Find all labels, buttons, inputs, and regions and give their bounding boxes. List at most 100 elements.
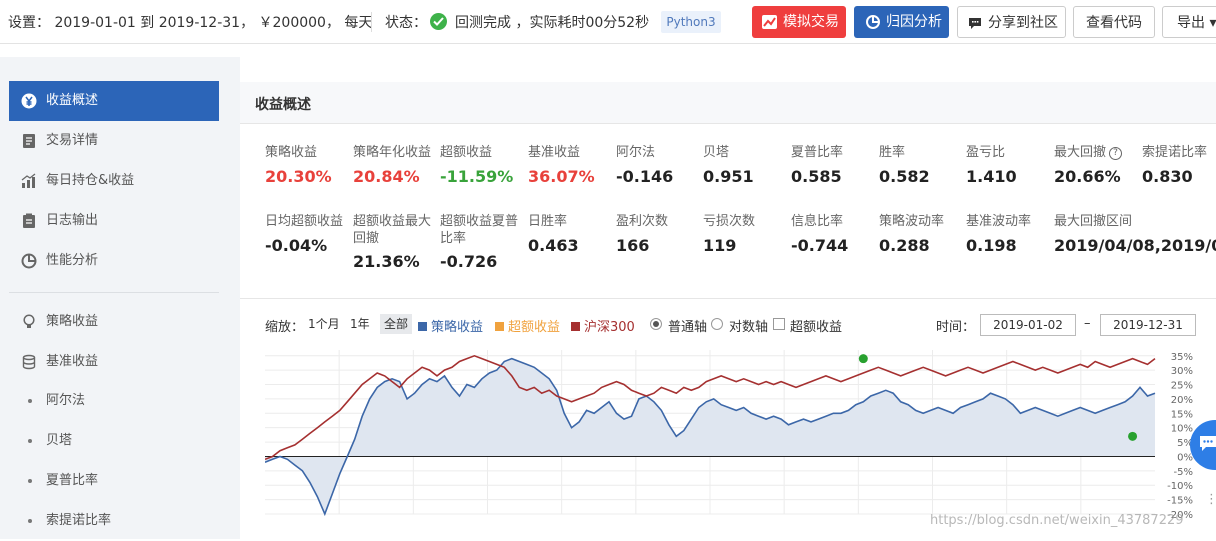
end-date-input[interactable]: 2019-12-31 bbox=[1100, 314, 1196, 336]
view-code-button[interactable]: 查看代码 bbox=[1073, 6, 1155, 38]
sidebar-item-label: 策略收益 bbox=[46, 314, 99, 329]
metric-information-ratio: 信息比率 -0.744 bbox=[791, 214, 849, 255]
sidebar-item-trade-details[interactable]: 交易详情 bbox=[9, 121, 219, 161]
yen-icon bbox=[21, 93, 37, 109]
metric-win-rate: 胜率 0.582 bbox=[879, 145, 930, 186]
status-label: 状态： bbox=[385, 15, 427, 31]
watermark: https://blog.csdn.net/weixin_43787229 bbox=[930, 513, 1184, 528]
sidebar-subitem-sortino[interactable]: 索提诺比率 bbox=[9, 501, 219, 541]
language-tag: Python3 bbox=[661, 11, 721, 33]
y-tick-label: 20% bbox=[1171, 395, 1193, 406]
start-date-input[interactable]: 2019-01-02 bbox=[980, 314, 1076, 336]
sidebar-subitem-label: 索提诺比率 bbox=[46, 513, 112, 528]
simulated-trading-label: 模拟交易 bbox=[783, 14, 839, 30]
section-header: 收益概述 bbox=[240, 82, 1216, 124]
trend-up-icon bbox=[762, 15, 777, 29]
sidebar-divider bbox=[9, 292, 219, 293]
metric-beta: 贝塔 0.951 bbox=[703, 145, 754, 186]
sidebar-subitem-label: 贝塔 bbox=[46, 433, 73, 448]
bulb-icon bbox=[23, 314, 35, 328]
time-label: 时间： bbox=[936, 320, 976, 335]
bullet-dot bbox=[28, 439, 32, 443]
attribution-analysis-button[interactable]: 归因分析 bbox=[854, 6, 949, 38]
sidebar-item-log-output[interactable]: 日志输出 bbox=[9, 201, 219, 241]
section-divider bbox=[240, 298, 1216, 299]
y-tick-label: 0% bbox=[1177, 452, 1193, 463]
metric-max-drawdown-period: 最大回撤区间2019/04/08,2019/06/06 bbox=[1054, 214, 1216, 255]
metric-excess-return: 超额收益 -11.59% bbox=[440, 145, 514, 186]
metric-profit-count: 盈利次数 166 bbox=[616, 214, 669, 255]
export-label: 导出 bbox=[1177, 15, 1205, 31]
y-tick-label: 15% bbox=[1171, 409, 1193, 420]
sidebar-subitem-alpha[interactable]: 阿尔法 bbox=[9, 381, 219, 421]
metric-max-drawdown: 最大回撤? 20.66% bbox=[1054, 145, 1123, 186]
metric-alpha: 阿尔法 -0.146 bbox=[616, 145, 674, 186]
linear-axis-label: 普通轴 bbox=[668, 320, 708, 335]
chevron-down-icon: ▾ bbox=[1205, 15, 1216, 31]
excess-return-check-label: 超额收益 bbox=[790, 320, 843, 335]
metric-benchmark-return: 基准收益 36.07% bbox=[528, 145, 595, 186]
sidebar-subitem-label: 夏普比率 bbox=[46, 473, 99, 488]
share-label: 分享到社区 bbox=[988, 15, 1058, 31]
legend-strategy[interactable]: 策略收益 bbox=[418, 316, 483, 335]
drag-handle-icon[interactable]: ⋮⋮ bbox=[1205, 492, 1216, 507]
metric-strategy-return: 策略收益 20.30% bbox=[265, 145, 332, 186]
zoom-label: 缩放： bbox=[265, 320, 305, 335]
attribution-analysis-label: 归因分析 bbox=[886, 14, 942, 30]
sidebar-subitem-beta[interactable]: 贝塔 bbox=[9, 421, 219, 461]
metric-benchmark-volatility: 基准波动率 0.198 bbox=[966, 214, 1032, 255]
log-axis-label: 对数轴 bbox=[729, 320, 769, 335]
legend-swatch bbox=[495, 322, 504, 331]
document-icon bbox=[23, 134, 35, 148]
zoom-1-year-button[interactable]: 1年 bbox=[346, 314, 374, 334]
backtest-settings: 设置： 2019-01-01 到 2019-12-31， ￥200000， 每天 bbox=[8, 15, 373, 31]
sidebar-item-label: 日志输出 bbox=[46, 213, 99, 228]
y-tick-label: 30% bbox=[1171, 366, 1193, 377]
sidebar-item-label: 收益概述 bbox=[46, 93, 99, 108]
check-circle-icon bbox=[430, 13, 447, 30]
returns-chart: 35%30%25%20%15%10%5%0%-5%-10%-15%-20% bbox=[265, 350, 1193, 518]
log-axis-radio[interactable] bbox=[711, 318, 723, 330]
metric-profit-loss-ratio: 盈亏比 1.410 bbox=[966, 145, 1017, 186]
excess-return-checkbox[interactable] bbox=[773, 318, 785, 330]
legend-swatch bbox=[418, 322, 427, 331]
sidebar-item-benchmark-returns[interactable]: 基准收益 bbox=[9, 342, 219, 382]
y-tick-label: -10% bbox=[1167, 481, 1193, 492]
legend-excess[interactable]: 超额收益 bbox=[495, 316, 560, 335]
share-to-community-button[interactable]: 分享到社区 bbox=[957, 6, 1066, 38]
sidebar-item-strategy-returns[interactable]: 策略收益 bbox=[9, 302, 219, 342]
sidebar-subitem-sharpe[interactable]: 夏普比率 bbox=[9, 461, 219, 501]
bullet-dot bbox=[28, 519, 32, 523]
sidebar-item-daily-positions[interactable]: 每日持仓&收益 bbox=[9, 161, 219, 201]
drawdown-marker bbox=[858, 354, 868, 364]
sidebar-subitem-label: 阿尔法 bbox=[46, 393, 86, 408]
metric-excess-max-drawdown: 超额收益最大回撤 21.36% bbox=[353, 214, 432, 271]
linear-axis-radio[interactable] bbox=[650, 318, 662, 330]
sidebar-item-performance[interactable]: 性能分析 bbox=[9, 241, 219, 281]
metric-annual-return: 策略年化收益 20.84% bbox=[353, 145, 432, 186]
sidebar-item-label: 基准收益 bbox=[46, 354, 99, 369]
y-tick-label: 10% bbox=[1171, 424, 1193, 435]
bullet-dot bbox=[28, 479, 32, 483]
bullet-dot bbox=[28, 399, 32, 403]
chat-icon bbox=[1200, 436, 1216, 451]
comment-icon bbox=[969, 17, 981, 29]
date-separator: – bbox=[1084, 316, 1091, 331]
toolbar-divider bbox=[371, 12, 372, 32]
status-text: 回测完成 ，实际耗时00分52秒 bbox=[455, 15, 650, 31]
metric-loss-count: 亏损次数 119 bbox=[703, 214, 756, 255]
metric-strategy-volatility: 策略波动率 0.288 bbox=[879, 214, 945, 255]
bar-chart-icon bbox=[21, 173, 36, 188]
help-icon[interactable]: ? bbox=[1109, 147, 1123, 160]
zoom-all-button[interactable]: 全部 bbox=[380, 314, 413, 334]
simulated-trading-button[interactable]: 模拟交易 bbox=[752, 6, 846, 38]
zoom-1-month-button[interactable]: 1个月 bbox=[304, 314, 344, 334]
pie-chart-icon bbox=[866, 15, 880, 29]
top-toolbar: 设置： 2019-01-01 到 2019-12-31， ￥200000， 每天… bbox=[0, 0, 1216, 44]
legend-benchmark[interactable]: 沪深300 bbox=[571, 316, 635, 335]
sidebar-item-overview[interactable]: 收益概述 bbox=[9, 81, 219, 121]
sidebar-item-label: 交易详情 bbox=[46, 133, 99, 148]
y-tick-label: -5% bbox=[1174, 467, 1193, 478]
metric-sortino: 索提诺比率 0.830 bbox=[1142, 145, 1208, 186]
export-button[interactable]: 导出 ▾ bbox=[1162, 6, 1216, 38]
